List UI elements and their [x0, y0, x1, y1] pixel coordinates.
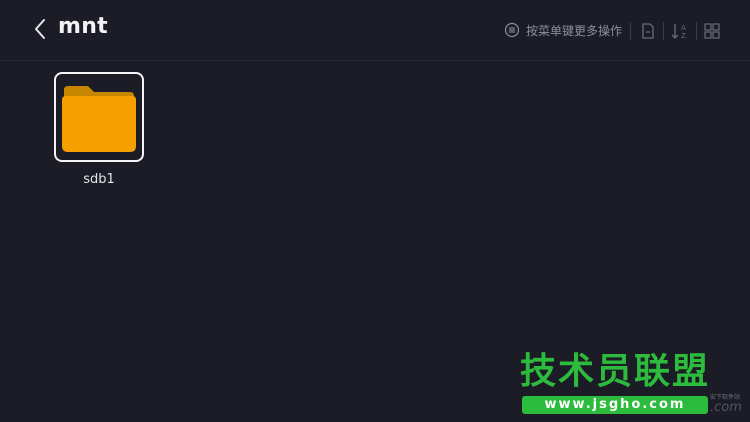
svg-text:A: A [681, 24, 686, 32]
watermark-title: 技术员联盟 [520, 351, 711, 392]
divider [630, 22, 631, 40]
folder-icon [62, 86, 136, 152]
watermark-com-text: .com [710, 400, 742, 415]
folder-item[interactable]: sdb1 [54, 72, 150, 187]
selection-frame [54, 72, 144, 162]
menu-hint: 按菜单键更多操作 [504, 20, 622, 40]
sort-az-icon[interactable]: A Z [670, 21, 690, 41]
divider [696, 22, 697, 40]
chevron-left-icon[interactable] [30, 14, 52, 44]
file-manager: mnt 按菜单键更多操作 A Z sdb1 技术员联盟 www.jsgho.co… [0, 0, 750, 422]
svg-text:Z: Z [681, 32, 686, 40]
divider [663, 22, 664, 40]
page-title: mnt [58, 14, 109, 39]
folder-name: sdb1 [83, 172, 115, 187]
grid-view-icon[interactable] [702, 21, 722, 41]
file-icon[interactable] [638, 21, 658, 41]
menu-circle-icon [504, 22, 520, 38]
watermark-url: www.jsgho.com [522, 396, 708, 414]
menu-hint-text: 按菜单键更多操作 [526, 23, 623, 38]
top-bar: mnt 按菜单键更多操作 A Z [0, 0, 750, 61]
watermark-logo: 技术员联盟 www.jsgho.com 安下软件站 .com [520, 352, 746, 416]
